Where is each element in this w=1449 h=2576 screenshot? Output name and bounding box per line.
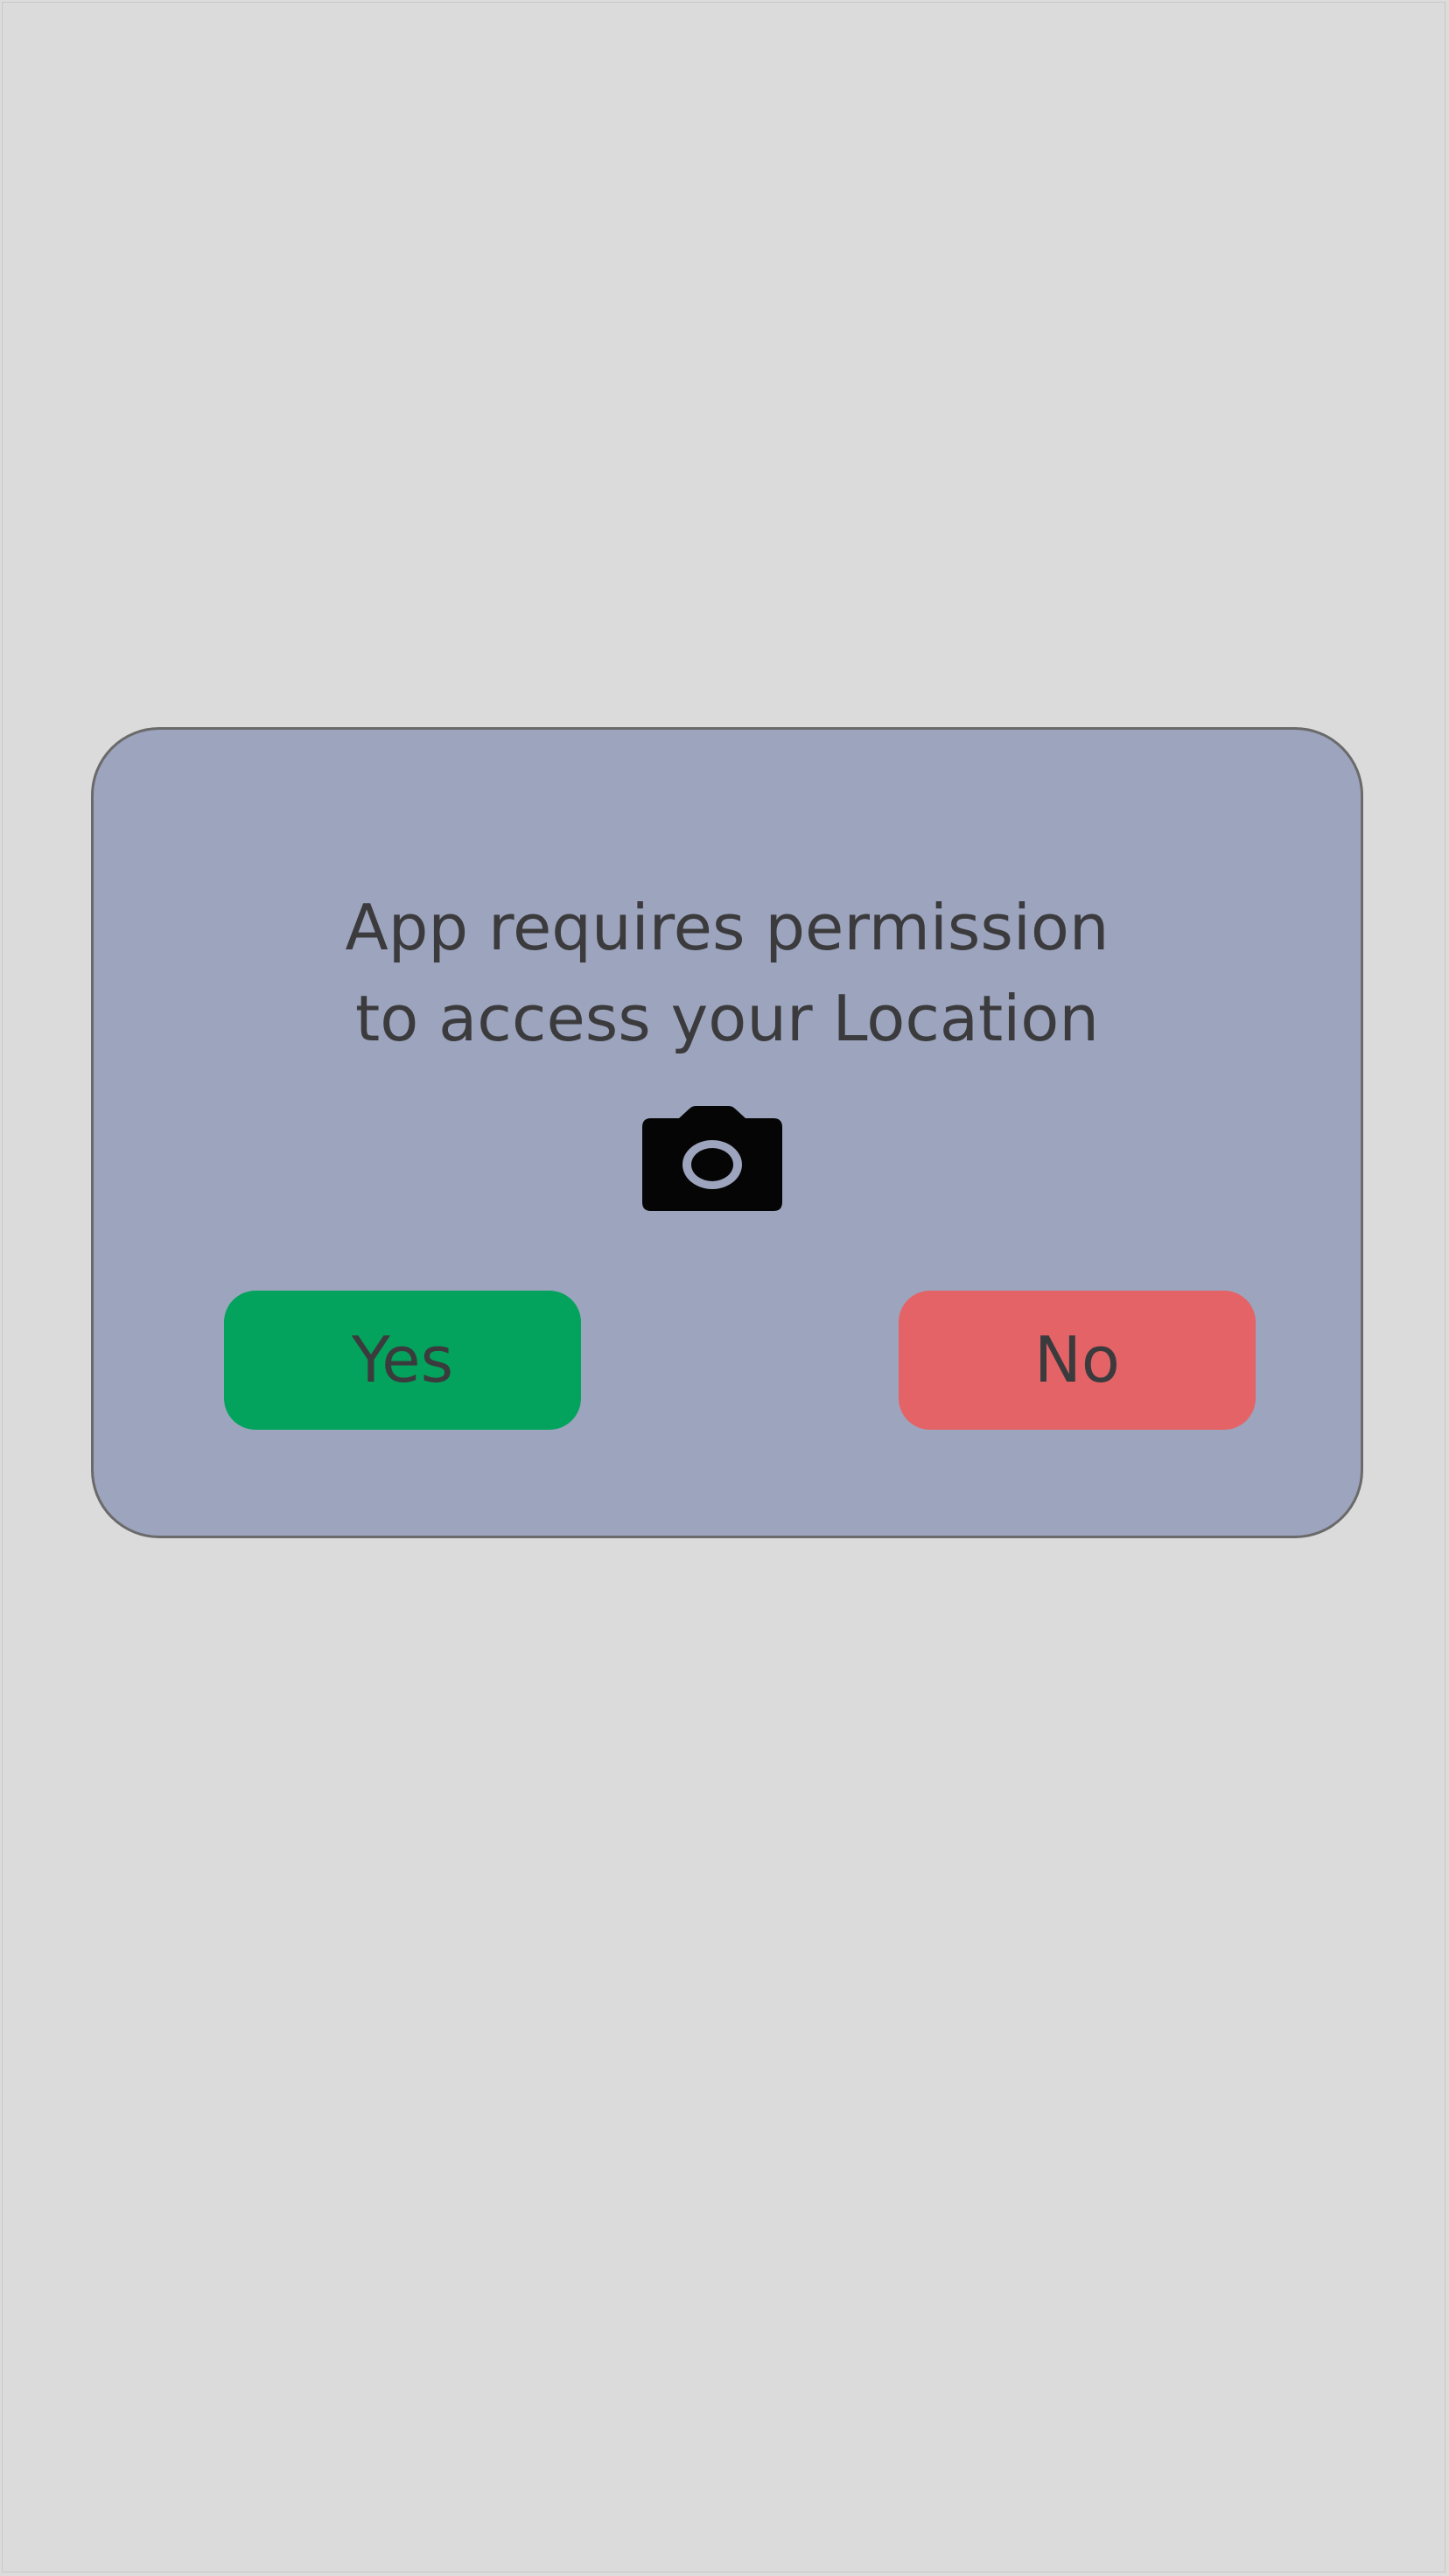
no-button[interactable]: No [899, 1291, 1256, 1430]
permission-dialog: App requires permission to access your L… [91, 727, 1363, 1538]
phone-screen: App requires permission to access your L… [2, 2, 1446, 2572]
message-line-1: App requires permission [345, 891, 1110, 964]
yes-button[interactable]: Yes [224, 1291, 581, 1430]
message-line-2: to access your Location [355, 982, 1099, 1055]
camera-icon [642, 1106, 782, 1211]
permission-message: App requires permission to access your L… [94, 882, 1361, 1064]
